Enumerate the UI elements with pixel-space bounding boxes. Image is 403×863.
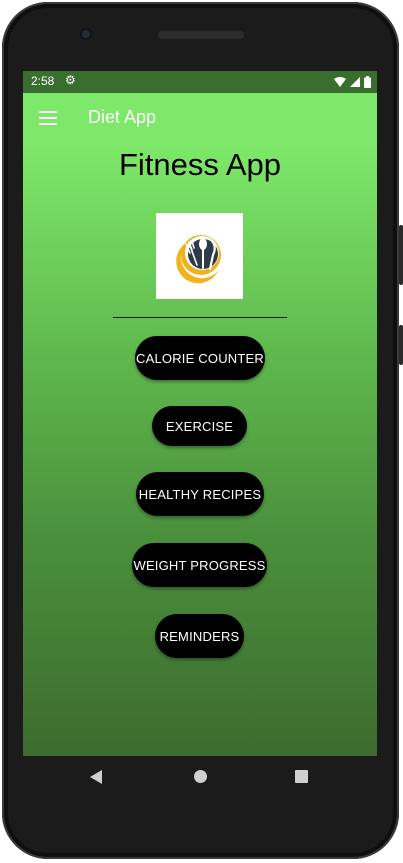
weight-progress-button[interactable]: WEIGHT PROGRESS (132, 543, 267, 587)
app-bar-title: Diet App (88, 107, 157, 127)
status-icons (334, 75, 371, 89)
healthy-recipes-button[interactable]: HEALTHY RECIPES (136, 472, 264, 516)
app-logo (156, 213, 243, 299)
app-bar: Diet App (23, 93, 377, 143)
power-button (399, 225, 403, 285)
page-title: Fitness App (119, 147, 281, 182)
recents-icon[interactable] (295, 770, 308, 783)
back-icon[interactable] (90, 770, 102, 784)
signal-icon (350, 77, 360, 87)
device-frame: 2:58 ⚙ Diet App Fitness App CALORIE COUN… (0, 0, 403, 863)
wifi-icon (334, 77, 346, 87)
battery-icon (364, 76, 371, 88)
hamburger-menu-icon[interactable] (39, 111, 57, 125)
screen: 2:58 ⚙ Diet App Fitness App CALORIE COUN… (23, 71, 377, 756)
system-navigation-bar (23, 756, 377, 800)
main-content: Fitness App CALORIE COUNTER EXERCISE HEA… (23, 143, 377, 756)
volume-button (399, 325, 403, 365)
status-time: 2:58 (31, 74, 55, 88)
reminders-button[interactable]: REMINDERS (155, 614, 244, 658)
calorie-counter-button[interactable]: CALORIE COUNTER (135, 336, 265, 380)
status-bar: 2:58 ⚙ (23, 71, 377, 93)
front-camera (80, 28, 92, 40)
divider (113, 317, 287, 318)
earpiece-speaker (158, 31, 244, 39)
gear-icon: ⚙ (65, 73, 76, 87)
fork-spoon-knife-logo-icon (176, 235, 221, 284)
home-icon[interactable] (194, 770, 207, 783)
exercise-button[interactable]: EXERCISE (152, 406, 247, 446)
